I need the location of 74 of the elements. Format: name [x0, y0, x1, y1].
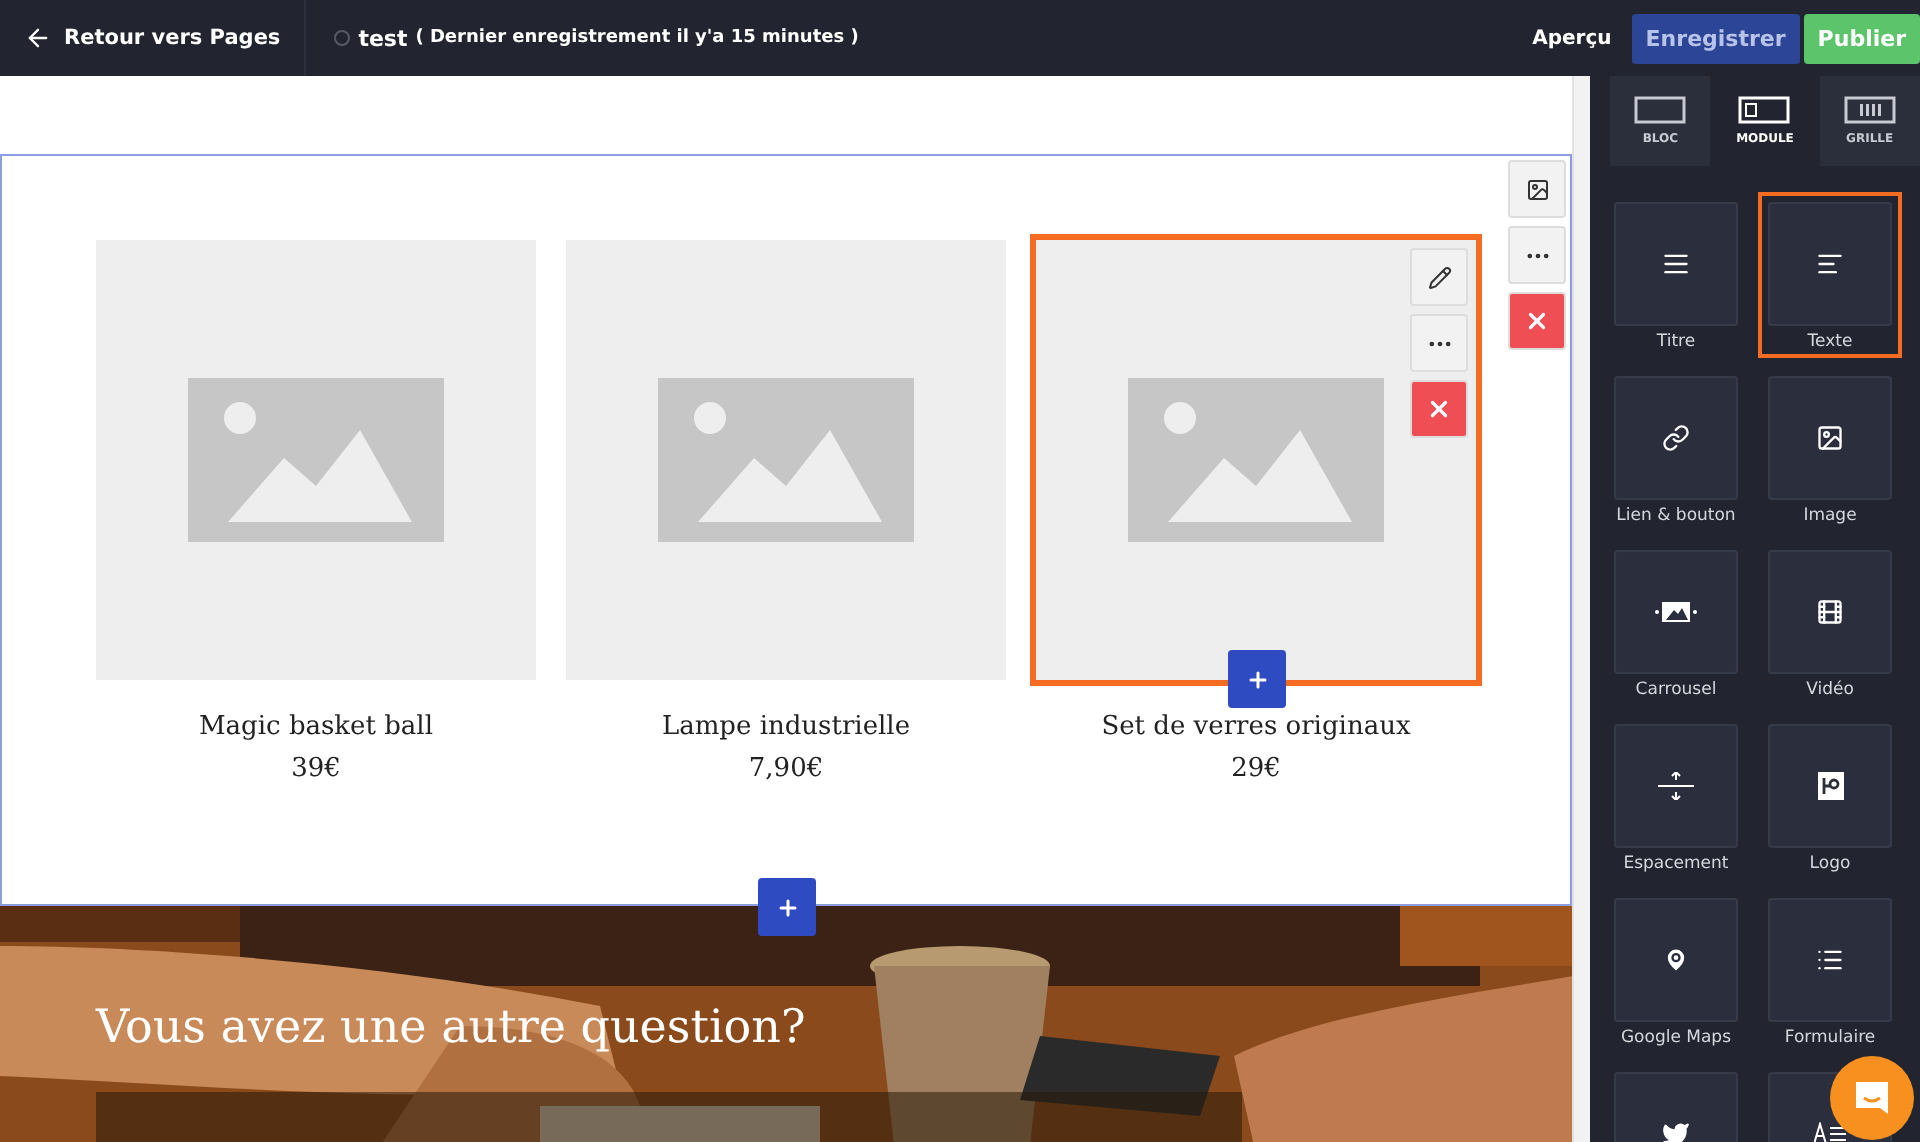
- module-label: Texte: [1807, 332, 1853, 352]
- plus-icon: [1245, 667, 1269, 691]
- module-tile[interactable]: [1614, 202, 1738, 326]
- add-section-button[interactable]: [758, 878, 816, 936]
- module-icon: [1738, 96, 1791, 124]
- module-item[interactable]: Google Maps: [1604, 888, 1748, 1054]
- module-item[interactable]: Image: [1758, 366, 1902, 532]
- film-icon: [1816, 598, 1844, 626]
- module-item[interactable]: Lien & bouton: [1604, 366, 1748, 532]
- chat-icon: [1852, 1078, 1892, 1118]
- add-button[interactable]: [1228, 650, 1286, 708]
- list-icon: [1816, 946, 1844, 974]
- module-label: Espacement: [1623, 854, 1729, 874]
- product-price: 29€: [1231, 754, 1281, 784]
- close-icon: [1426, 396, 1452, 422]
- product-price: 39€: [291, 754, 341, 784]
- module-tile[interactable]: [1614, 724, 1738, 848]
- preview-link[interactable]: Aperçu: [1532, 27, 1612, 49]
- module-item[interactable]: Texte: [1758, 192, 1902, 358]
- module-item[interactable]: Vidéo: [1758, 540, 1902, 706]
- module-item[interactable]: Logo: [1758, 714, 1902, 880]
- text-format-icon: [1814, 1122, 1846, 1142]
- image-icon: [658, 378, 914, 542]
- module-label: Logo: [1809, 854, 1851, 874]
- module-label: Titre: [1656, 332, 1696, 352]
- heading-lines-icon: [1662, 250, 1690, 278]
- section-heading: Vous avez une autre question?: [96, 1002, 806, 1054]
- chat-button[interactable]: [1830, 1056, 1914, 1140]
- module-label: Lien & bouton: [1616, 506, 1736, 526]
- close-icon: [1524, 308, 1551, 334]
- pencil-icon: [1427, 265, 1451, 289]
- delete-button[interactable]: [1410, 380, 1468, 438]
- image-icon: [188, 378, 444, 542]
- module-tile[interactable]: [1768, 202, 1892, 326]
- background-image-button[interactable]: [1508, 160, 1567, 218]
- save-status: ( Dernier enregistrement il y'a 15 minutes ): [415, 28, 859, 48]
- image-icon: [1816, 424, 1844, 452]
- module-tile[interactable]: [1614, 376, 1738, 500]
- module-tile[interactable]: [1768, 550, 1892, 674]
- text-lines-icon: [1816, 250, 1844, 278]
- page-title: test: [358, 25, 408, 51]
- rectangle-icon: [1634, 96, 1687, 124]
- plus-icon: [775, 895, 799, 919]
- module-label: Carrousel: [1635, 680, 1717, 700]
- module-item[interactable]: Titre: [1604, 192, 1748, 358]
- module-tile[interactable]: [1768, 724, 1892, 848]
- module-item[interactable]: Carrousel: [1604, 540, 1748, 706]
- module-tile[interactable]: [1768, 898, 1892, 1022]
- image-icon: [1128, 378, 1384, 542]
- module-tile[interactable]: [1614, 898, 1738, 1022]
- product-name: Set de verres originaux: [1101, 712, 1411, 742]
- module-label: Image: [1803, 506, 1857, 526]
- module-tile[interactable]: [1768, 376, 1892, 500]
- module-label: Google Maps: [1620, 1028, 1732, 1048]
- save-button[interactable]: Enregistrer: [1631, 13, 1800, 63]
- module-item[interactable]: Formulaire: [1758, 888, 1902, 1054]
- link-icon: [1662, 424, 1690, 452]
- image-icon: [1525, 177, 1550, 201]
- edit-button[interactable]: [1410, 248, 1468, 306]
- product-name: Magic basket ball: [198, 712, 433, 742]
- grid-icon: [1843, 96, 1896, 124]
- bird-icon: [1662, 1120, 1690, 1142]
- module-label: Formulaire: [1784, 1028, 1876, 1048]
- product-name: Lampe industrielle: [661, 712, 911, 742]
- module-item[interactable]: Espacement: [1604, 714, 1748, 880]
- logo-icon: [1817, 772, 1843, 800]
- module-tile[interactable]: [1614, 550, 1738, 674]
- delete-button[interactable]: [1508, 292, 1567, 350]
- module-label: Vidéo: [1806, 680, 1854, 700]
- product-price: 7,90€: [748, 754, 824, 784]
- map-pin-icon: [1662, 946, 1690, 974]
- spacing-icon: [1658, 772, 1694, 800]
- status-dot: [334, 30, 351, 46]
- carousel-icon: [1654, 600, 1698, 624]
